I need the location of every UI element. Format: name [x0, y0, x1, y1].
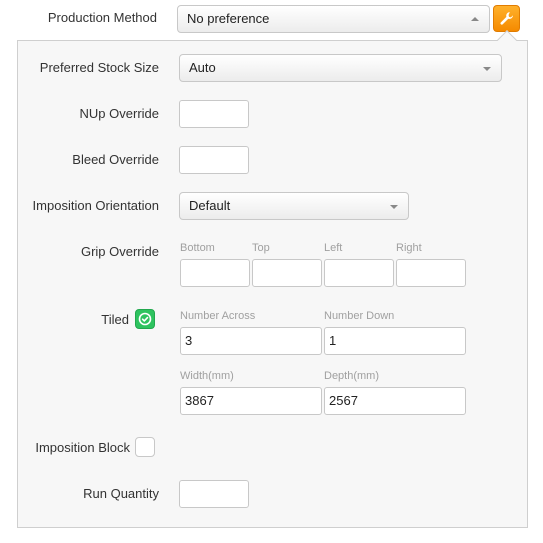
- grip-top-input[interactable]: [252, 259, 322, 287]
- number-across-input[interactable]: 3: [180, 327, 322, 355]
- nup-override-input[interactable]: [179, 100, 249, 128]
- depth-label: Depth(mm): [324, 370, 380, 382]
- caret-up-icon: [471, 17, 479, 21]
- imposition-orientation-value: Default: [189, 198, 231, 213]
- grip-left-input[interactable]: [324, 259, 394, 287]
- number-down-label: Number Down: [324, 310, 395, 322]
- production-method-label: Production Method: [47, 10, 157, 25]
- check-icon: [138, 312, 152, 326]
- run-quantity-label: Run Quantity: [83, 486, 159, 501]
- grip-override-label: Grip Override: [80, 244, 159, 259]
- wrench-icon: [500, 12, 513, 25]
- preferred-stock-size-label: Preferred Stock Size: [39, 60, 159, 75]
- width-label: Width(mm): [180, 370, 234, 382]
- depth-input[interactable]: 2567: [324, 387, 466, 415]
- imposition-block-checkbox[interactable]: [135, 437, 155, 457]
- number-across-label: Number Across: [180, 310, 256, 322]
- grip-left-label: Left: [324, 242, 343, 254]
- chevron-down-icon: [390, 205, 398, 209]
- grip-top-label: Top: [252, 242, 270, 254]
- width-input[interactable]: 3867: [180, 387, 322, 415]
- tiled-checkbox[interactable]: [135, 309, 155, 329]
- preferred-stock-size-value: Auto: [189, 60, 216, 75]
- grip-right-input[interactable]: [396, 259, 466, 287]
- chevron-down-icon: [483, 67, 491, 71]
- run-quantity-input[interactable]: [179, 480, 249, 508]
- bleed-override-label: Bleed Override: [72, 152, 159, 167]
- imposition-orientation-label: Imposition Orientation: [32, 198, 159, 213]
- number-down-input[interactable]: 1: [324, 327, 466, 355]
- imposition-block-label: Imposition Block: [35, 440, 130, 455]
- production-method-select[interactable]: No preference: [177, 5, 490, 33]
- nup-override-label: NUp Override: [79, 106, 159, 121]
- tiled-label: Tiled: [101, 312, 129, 327]
- grip-right-label: Right: [396, 242, 422, 254]
- production-method-value: No preference: [187, 11, 270, 26]
- imposition-orientation-select[interactable]: Default: [179, 192, 409, 220]
- grip-bottom-label: Bottom: [180, 242, 215, 254]
- production-settings-button[interactable]: [493, 5, 520, 32]
- bleed-override-input[interactable]: [179, 146, 249, 174]
- grip-bottom-input[interactable]: [180, 259, 250, 287]
- preferred-stock-size-select[interactable]: Auto: [179, 54, 502, 82]
